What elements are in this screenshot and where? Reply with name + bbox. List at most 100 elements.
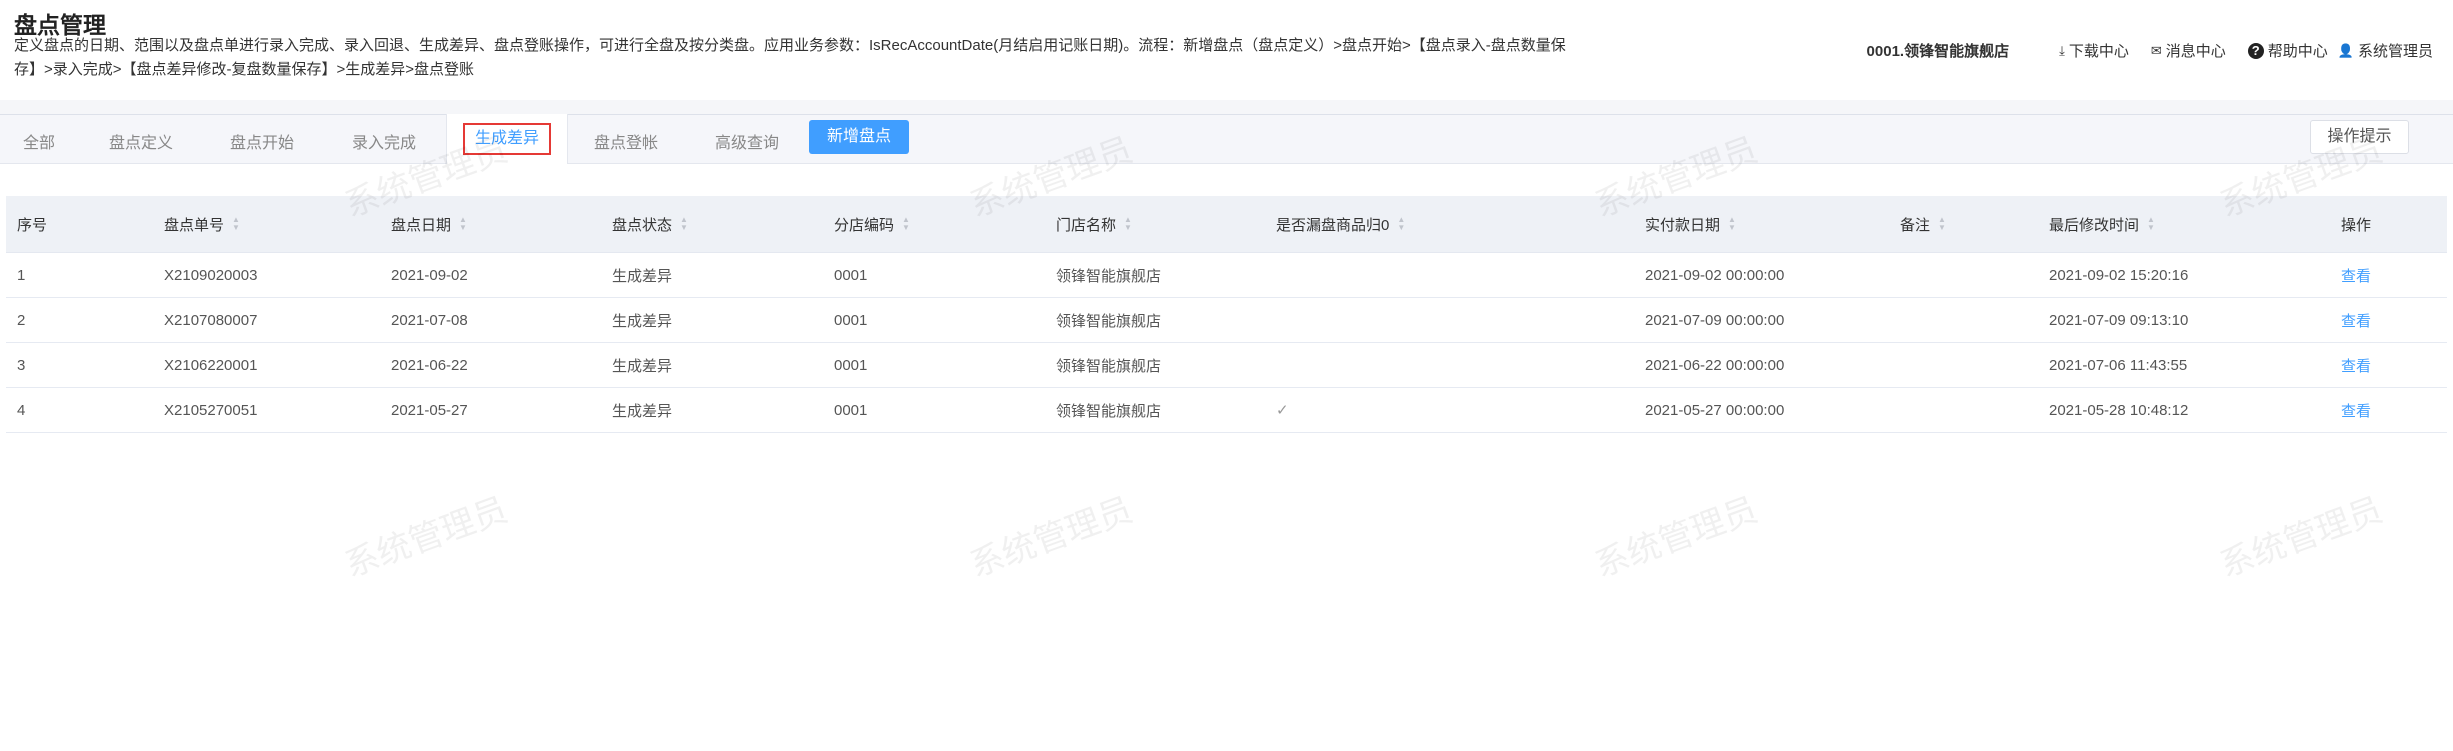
download-label: 下载中心	[2068, 43, 2129, 60]
view-link[interactable]: 查看	[2341, 298, 2371, 342]
download-center-link[interactable]: ⤓ 下载中心	[2059, 40, 2129, 61]
column-header[interactable]: 分店编码 ▲ ▼	[834, 196, 910, 252]
tab-bar: 全部 盘点定义 盘点开始 录入完成 生成差异 盘点登帐 高级查询 新增盘点 操作…	[0, 114, 2453, 164]
column-header-label: 是否漏盘商品归0	[1276, 216, 1390, 234]
column-header: 序号	[17, 196, 47, 252]
table-cell: 2021-07-08	[391, 311, 468, 329]
sort-icon[interactable]: ▲ ▼	[2147, 216, 2155, 232]
table-cell: 0001	[834, 356, 868, 374]
column-header[interactable]: 是否漏盘商品归0 ▲ ▼	[1276, 196, 1405, 252]
table-row: 1 X2109020003 2021-09-02 生成差异 0001 领锋智能旗舰店 202…	[6, 253, 2447, 298]
column-header[interactable]: 盘点日期 ▲ ▼	[391, 196, 467, 252]
tab-posting[interactable]: 盘点登帐	[594, 129, 658, 153]
table-row: 2 X2107080007 2021-07-08 生成差异 0001 领锋智能旗舰店 202…	[6, 298, 2447, 343]
user-label: 系统管理员	[2357, 43, 2433, 60]
sort-icon[interactable]: ▲ ▼	[232, 216, 240, 232]
table-body: 1 X2109020003 2021-09-02 生成差异 0001 领锋智能旗舰店 202…	[6, 253, 2447, 433]
tab-all[interactable]: 全部	[23, 129, 55, 153]
table-cell: 2021-05-28 10:48:12	[2049, 401, 2189, 419]
watermark: 系统管理员	[339, 490, 513, 585]
tab-started[interactable]: 盘点开始	[230, 129, 294, 153]
table-cell: 2021-07-06 11:43:55	[2049, 356, 2188, 374]
table-cell: 2021-05-27	[391, 401, 468, 419]
user-icon: 👤	[2337, 42, 2354, 58]
table-cell: 2021-09-02 00:00:00	[1645, 266, 1785, 284]
separator-band	[0, 100, 2453, 114]
table-cell: 2021-09-02	[391, 266, 468, 284]
table-header: 序号 盘点单号 ▲ ▼ 盘点日期 ▲ ▼ 盘点状态 ▲ ▼ 分店编码 ▲ ▼ 门店名称 ▲ ▼ 是否漏盘商品归0…	[6, 196, 2447, 253]
help-center-link[interactable]: ? 帮助中心	[2247, 40, 2328, 61]
table-cell: 2021-07-09 00:00:00	[1645, 311, 1785, 329]
table-cell: 2	[17, 311, 26, 329]
table-cell: 生成差异	[612, 357, 673, 375]
help-label: 帮助中心	[2267, 43, 2328, 60]
column-header-label: 序号	[17, 216, 48, 234]
column-header-label: 操作	[2341, 216, 2372, 234]
sort-icon[interactable]: ▲ ▼	[902, 216, 910, 232]
download-icon: ⤓	[2059, 42, 2065, 58]
sort-icon[interactable]: ▲ ▼	[1728, 216, 1736, 232]
column-header-label: 备注	[1900, 216, 1931, 234]
table-cell: X2105270051	[164, 401, 258, 419]
table-cell: 领锋智能旗舰店	[1056, 357, 1162, 375]
table-cell: 领锋智能旗舰店	[1056, 402, 1162, 420]
view-link[interactable]: 查看	[2341, 388, 2371, 432]
table-cell: 4	[17, 401, 26, 419]
tab-generate-diff[interactable]: 生成差异	[446, 114, 568, 164]
table-cell: 0001	[834, 266, 868, 284]
watermark: 系统管理员	[964, 490, 1138, 585]
sort-icon[interactable]: ▲ ▼	[459, 216, 467, 232]
table-cell: 3	[17, 356, 26, 374]
sort-icon[interactable]: ▲ ▼	[1938, 216, 1946, 232]
table-cell: X2107080007	[164, 311, 258, 329]
tips-button[interactable]: 操作提示	[2310, 120, 2409, 154]
store-name[interactable]: 0001.领锋智能旗舰店	[1867, 40, 2010, 61]
column-header-label: 分店编码	[834, 216, 895, 234]
message-center-link[interactable]: ✉ 消息中心	[2151, 40, 2226, 61]
column-header[interactable]: 实付款日期 ▲ ▼	[1645, 196, 1736, 252]
add-stocktake-button[interactable]: 新增盘点	[809, 120, 909, 154]
user-menu[interactable]: 👤 系统管理员	[2338, 40, 2433, 61]
column-header[interactable]: 盘点状态 ▲ ▼	[612, 196, 688, 252]
column-header: 操作	[2341, 196, 2371, 252]
view-link[interactable]: 查看	[2341, 343, 2371, 387]
table-cell: 领锋智能旗舰店	[1056, 267, 1162, 285]
table-cell: 1	[17, 266, 26, 284]
table-cell: 2021-06-22	[391, 356, 468, 374]
column-header[interactable]: 盘点单号 ▲ ▼	[164, 196, 240, 252]
table-cell: 2021-05-27 00:00:00	[1645, 401, 1785, 419]
column-header-label: 盘点单号	[164, 216, 225, 234]
tab-definition[interactable]: 盘点定义	[109, 129, 173, 153]
table-cell: X2106220001	[164, 356, 258, 374]
help-icon: ?	[2247, 42, 2264, 59]
sort-icon[interactable]: ▲ ▼	[680, 216, 688, 232]
mail-icon: ✉	[2150, 42, 2162, 58]
column-header-label: 盘点状态	[612, 216, 673, 234]
column-header-label: 盘点日期	[391, 216, 452, 234]
messages-label: 消息中心	[2165, 43, 2226, 60]
tab-advanced-search[interactable]: 高级查询	[715, 129, 779, 153]
table-cell: 生成差异	[612, 312, 673, 330]
column-header[interactable]: 最后修改时间 ▲ ▼	[2049, 196, 2155, 252]
column-header-label: 最后修改时间	[2049, 216, 2140, 234]
table-row: 3 X2106220001 2021-06-22 生成差异 0001 领锋智能旗舰店 202…	[6, 343, 2447, 388]
sort-icon[interactable]: ▲ ▼	[1397, 216, 1405, 232]
watermark: 系统管理员	[1589, 490, 1763, 585]
top-bar: 0001.领锋智能旗舰店 ⤓ 下载中心 ✉ 消息中心 ? 帮助中心 👤 系统管理员	[1867, 40, 2433, 61]
tab-entry-done[interactable]: 录入完成	[352, 129, 416, 153]
table-cell: 0001	[834, 401, 868, 419]
table-cell: 0001	[834, 311, 868, 329]
tab-generate-diff-label: 生成差异	[463, 123, 551, 155]
stocktake-table: 序号 盘点单号 ▲ ▼ 盘点日期 ▲ ▼ 盘点状态 ▲ ▼ 分店编码 ▲ ▼ 门店名称 ▲ ▼ 是否漏盘商品归0…	[6, 196, 2447, 433]
column-header-label: 门店名称	[1056, 216, 1117, 234]
column-header[interactable]: 门店名称 ▲ ▼	[1056, 196, 1132, 252]
page-description: 定义盘点的日期、范围以及盘点单进行录入完成、录入回退、生成差异、盘点登账操作，可…	[14, 37, 1566, 78]
table-row: 4 X2105270051 2021-05-27 生成差异 0001 领锋智能旗舰店 ✓ 20…	[6, 388, 2447, 433]
sort-icon[interactable]: ▲ ▼	[1124, 216, 1132, 232]
table-cell: 2021-07-09 09:13:10	[2049, 311, 2189, 329]
watermark: 系统管理员	[2214, 490, 2388, 585]
table-cell: 2021-09-02 15:20:16	[2049, 266, 2189, 284]
table-cell: X2109020003	[164, 266, 258, 284]
column-header[interactable]: 备注 ▲ ▼	[1900, 196, 1946, 252]
view-link[interactable]: 查看	[2341, 253, 2371, 297]
